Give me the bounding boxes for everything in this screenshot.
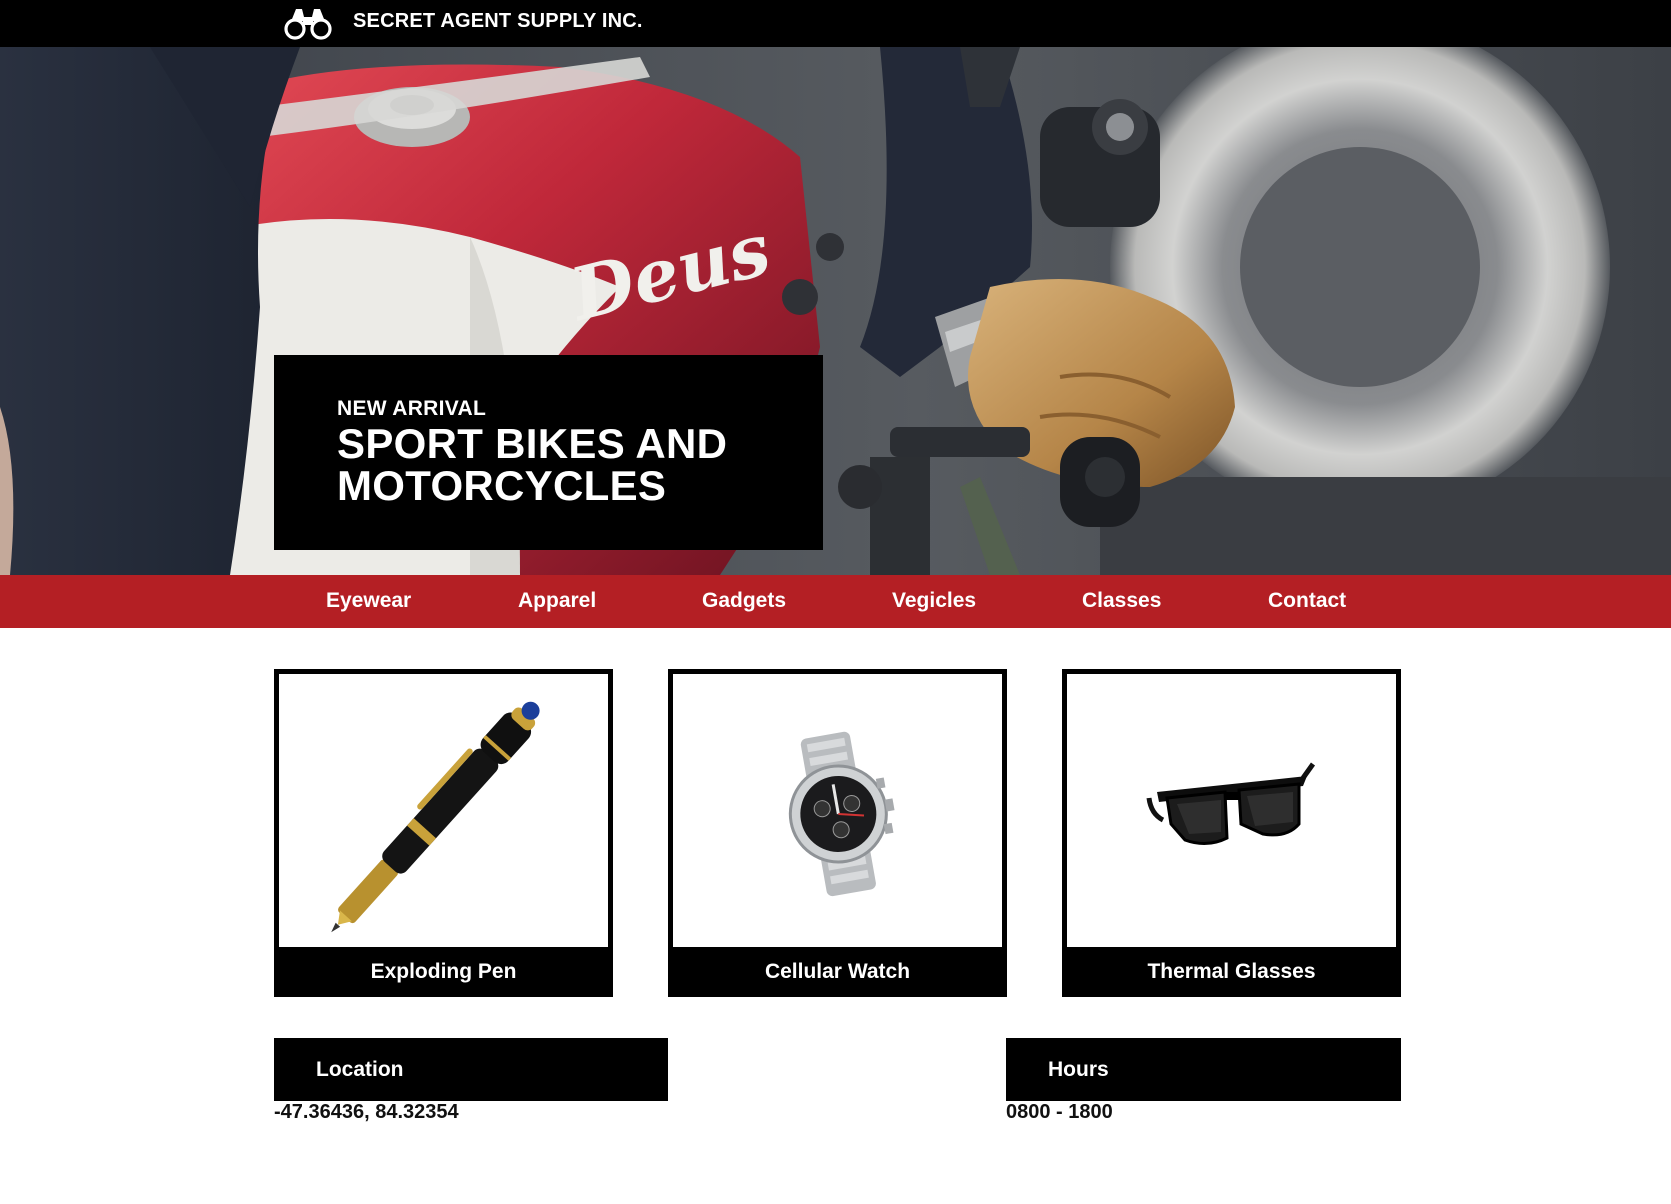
hero-eyebrow: NEW ARRIVAL [337,397,487,420]
hero-title: SPORT BIKES AND MOTORCYCLES [337,420,728,509]
nav-item-classes[interactable]: Classes [1082,575,1161,628]
hero-promo-box[interactable]: NEW ARRIVAL SPORT BIKES AND MOTORCYCLES [274,355,823,550]
top-bar: SECRET AGENT SUPPLY INC. [0,0,1671,47]
nav-item-contact[interactable]: Contact [1268,575,1346,628]
main-nav: Eyewear Apparel Gadgets Vegicles Classes… [0,575,1671,628]
product-card[interactable]: Exploding Pen [274,669,613,997]
hours-heading: Hours [1006,1038,1401,1101]
nav-item-gadgets[interactable]: Gadgets [702,575,786,628]
hero-banner: Deus NEW ARRIVAL SPORT BIKES AND MOTORCY… [0,47,1671,575]
hero-image: Deus [0,47,1671,575]
nav-item-eyewear[interactable]: Eyewear [326,575,411,628]
nav-item-apparel[interactable]: Apparel [518,575,596,628]
pen-icon [331,701,540,933]
watch-icon [788,731,895,897]
location-coordinates: -47.36436, 84.32354 [274,1101,459,1123]
location-heading: Location [274,1038,668,1101]
product-image[interactable] [1067,674,1396,948]
brand-name[interactable]: SECRET AGENT SUPPLY INC. [353,10,643,32]
hours-value: 0800 - 1800 [1006,1101,1113,1123]
product-card[interactable]: Thermal Glasses [1062,669,1401,997]
product-image[interactable] [279,674,608,948]
product-name[interactable]: Thermal Glasses [1067,947,1396,992]
product-card[interactable]: Cellular Watch [668,669,1007,997]
product-image[interactable] [673,674,1002,948]
product-name[interactable]: Exploding Pen [279,947,608,992]
product-name[interactable]: Cellular Watch [673,947,1002,992]
sunglasses-icon [1146,762,1316,845]
binoculars-icon[interactable] [282,5,334,41]
nav-item-vehicles[interactable]: Vegicles [892,575,976,628]
